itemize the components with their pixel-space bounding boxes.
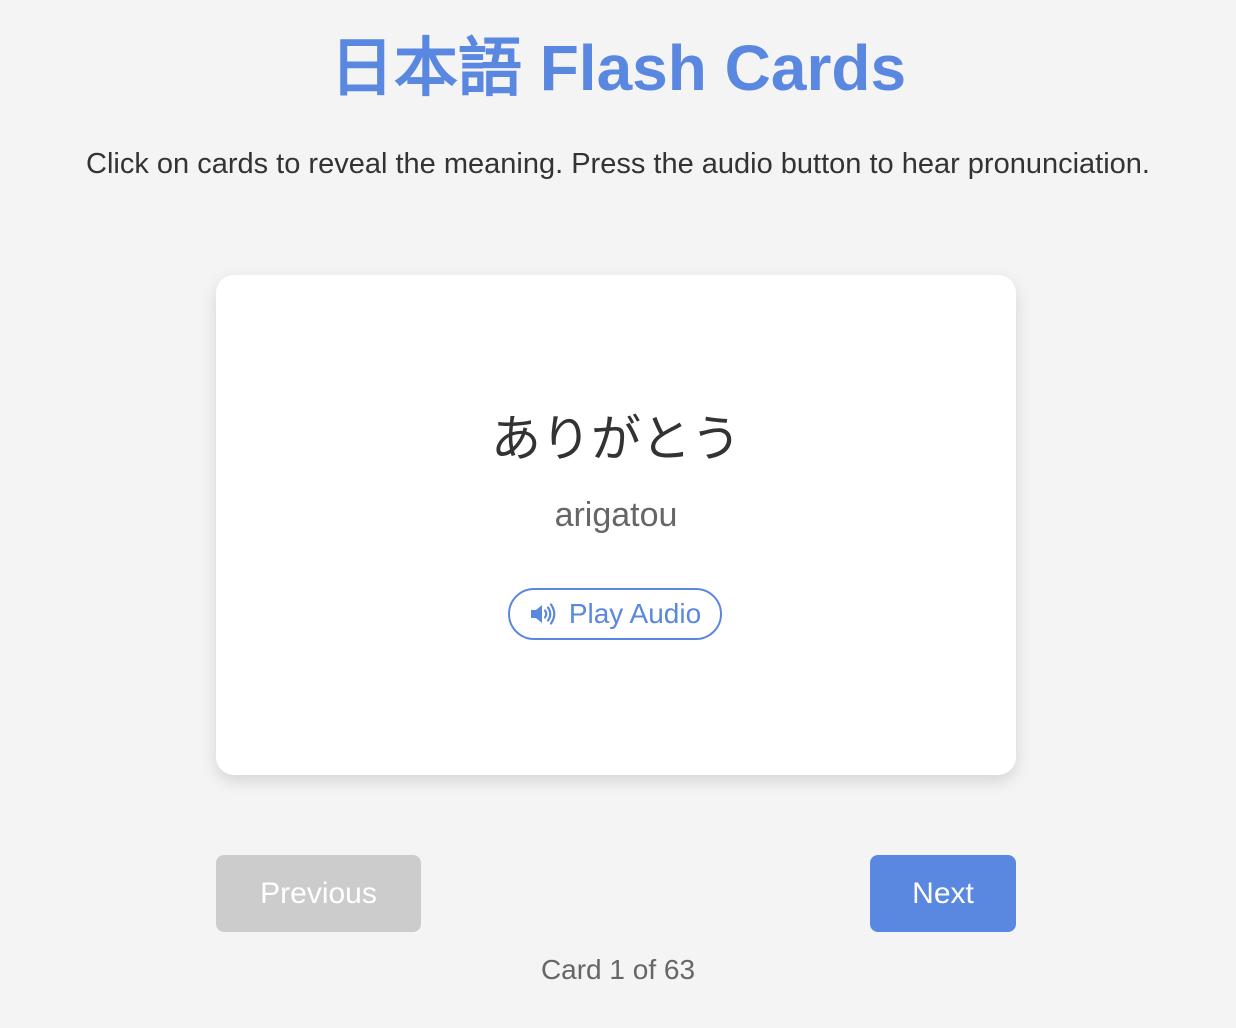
card-japanese-word: ありがとう xyxy=(491,410,741,468)
card-counter: Card 1 of 63 xyxy=(540,954,696,985)
play-audio-label: Play Audio xyxy=(568,598,702,629)
flash-cards-page: 日本語 Flash Cards Click on cards to reveal… xyxy=(0,0,1236,1028)
previous-button[interactable]: Previous xyxy=(216,855,421,932)
card-romaji: arigatou xyxy=(554,496,678,534)
instructions-text: Click on cards to reveal the meaning. Pr… xyxy=(86,148,1150,180)
speaker-icon xyxy=(529,602,557,626)
page-title: 日本語 Flash Cards xyxy=(329,32,907,104)
play-audio-button[interactable]: Play Audio xyxy=(508,588,722,640)
flash-card[interactable]: ありがとう arigatou Play Audio xyxy=(216,275,1016,775)
next-button[interactable]: Next xyxy=(870,855,1016,932)
